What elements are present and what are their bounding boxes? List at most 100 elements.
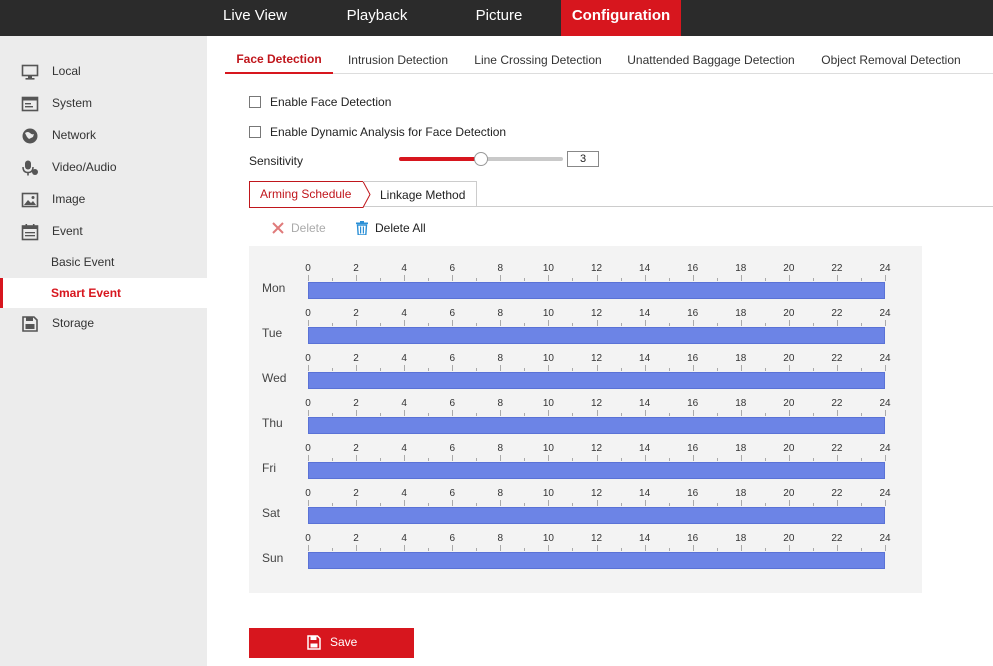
hour-tick-mark <box>524 278 526 281</box>
arming-schedule-grid: Mon 0 2 4 6 8 10 12 14 16 18 20 22 24 Tue 0 2 4 6 8 10 12 14 16… <box>249 246 922 593</box>
sidebar-item-label: Video/Audio <box>52 160 117 174</box>
hour-tick-mark <box>764 458 766 461</box>
tab-object-removal-detection[interactable]: Object Removal Detection <box>816 46 966 74</box>
hour-tick-mark <box>404 545 406 551</box>
hour-tick-mark <box>644 320 646 326</box>
hour-tick-label: 22 <box>831 533 843 544</box>
hour-tick-label: 8 <box>497 488 504 499</box>
save-button[interactable]: Save <box>249 628 414 658</box>
hour-tick-mark <box>524 458 526 461</box>
sidebar-item-smart-event[interactable]: Smart Event <box>0 278 207 308</box>
hour-tick-mark <box>812 278 814 281</box>
hour-tick-mark <box>548 275 550 281</box>
sidebar-item-video-audio[interactable]: Video/Audio <box>0 154 207 182</box>
hour-tick-mark <box>452 410 454 416</box>
hour-tick-mark <box>380 503 382 506</box>
tab-linkage-method[interactable]: Linkage Method <box>363 181 477 207</box>
hour-tick-label: 12 <box>590 488 603 499</box>
hour-tick-mark <box>788 500 790 506</box>
tab-line-crossing-detection[interactable]: Line Crossing Detection <box>469 46 607 74</box>
hour-tick-mark <box>716 323 718 326</box>
sidebar-item-local[interactable]: Local <box>0 58 207 86</box>
hour-tick-label: 12 <box>590 398 603 409</box>
tab-face-detection[interactable]: Face Detection <box>225 46 333 74</box>
delete-all-button[interactable]: Delete All <box>355 220 435 236</box>
save-disk-icon <box>307 635 321 650</box>
sidebar-item-event[interactable]: Event <box>0 218 207 246</box>
hour-tick-mark <box>812 503 814 506</box>
sidebar-item-system[interactable]: System <box>0 90 207 118</box>
hour-tick-mark <box>332 368 334 371</box>
hour-tick-mark <box>692 365 694 371</box>
hour-tick-mark <box>836 410 838 416</box>
enable-face-detection-checkbox[interactable] <box>249 96 261 108</box>
hour-tick-mark <box>644 410 646 416</box>
hour-tick-mark <box>885 275 886 281</box>
hour-tick-label: 18 <box>735 308 747 319</box>
hour-tick-mark <box>668 548 670 551</box>
hour-tick-mark <box>836 500 838 506</box>
hour-tick-label: 4 <box>401 533 407 544</box>
hour-tick-label: 6 <box>449 353 456 364</box>
slider-thumb[interactable] <box>474 152 488 166</box>
hour-tick-mark <box>428 458 430 461</box>
sidebar-item-label: Network <box>52 128 97 142</box>
hour-tick-mark <box>764 278 766 281</box>
sidebar-item-storage[interactable]: Storage <box>0 310 207 338</box>
hour-tick-mark <box>788 545 790 551</box>
hour-tick-mark <box>860 548 862 551</box>
hour-tick-mark <box>500 500 502 506</box>
hour-tick-mark <box>596 410 598 416</box>
schedule-bar-sun[interactable] <box>308 552 885 569</box>
topnav-playback[interactable]: Playback <box>327 0 427 36</box>
hour-tick-label: 8 <box>497 443 504 454</box>
hour-tick-mark <box>812 548 814 551</box>
hour-tick-mark <box>308 410 309 416</box>
hour-tick-label: 0 <box>305 533 311 544</box>
hour-tick-mark <box>308 545 309 551</box>
hour-tick-label: 8 <box>497 308 504 319</box>
hour-tick-mark <box>668 323 670 326</box>
hour-tick-label: 6 <box>449 308 456 319</box>
microphone-icon <box>22 160 38 176</box>
hour-tick-mark <box>596 320 598 326</box>
sidebar-item-basic-event[interactable]: Basic Event <box>0 249 207 277</box>
topnav-live-view[interactable]: Live View <box>205 0 305 36</box>
hour-tick-mark <box>620 278 622 281</box>
sidebar-item-image[interactable]: Image <box>0 186 207 214</box>
hour-tick-mark <box>572 323 574 326</box>
hour-tick-mark <box>356 365 358 371</box>
hour-tick-mark <box>356 275 358 281</box>
sensitivity-value-field[interactable]: 3 <box>567 151 599 167</box>
hour-tick-label: 6 <box>449 443 456 454</box>
tab-arming-schedule[interactable]: Arming Schedule <box>249 181 371 208</box>
topnav-configuration[interactable]: Configuration <box>561 0 681 36</box>
enable-dynamic-analysis-checkbox[interactable] <box>249 126 261 138</box>
enable-dynamic-analysis-option[interactable]: Enable Dynamic Analysis for Face Detecti… <box>249 124 549 140</box>
hour-tick-label: 14 <box>639 398 651 409</box>
sidebar: Local System Network Video/Audio Image E… <box>0 36 207 666</box>
sidebar-item-network[interactable]: Network <box>0 122 207 150</box>
schedule-row-sat: Sat 0 2 4 6 8 10 12 14 16 18 20 22 24 <box>249 471 922 524</box>
hour-tick-label: 22 <box>831 308 843 319</box>
network-globe-icon <box>22 128 38 144</box>
hour-tick-mark <box>692 275 694 281</box>
tab-unattended-baggage-detection[interactable]: Unattended Baggage Detection <box>622 46 800 74</box>
tab-label: Arming Schedule <box>260 187 352 201</box>
hour-tick-mark <box>620 458 622 461</box>
hour-tick-mark <box>428 413 430 416</box>
hour-tick-mark <box>788 455 790 461</box>
enable-face-detection-option[interactable]: Enable Face Detection <box>249 94 449 110</box>
hour-tick-mark <box>500 365 502 371</box>
hour-tick-mark <box>404 275 406 281</box>
tab-intrusion-detection[interactable]: Intrusion Detection <box>341 46 455 74</box>
hour-tick-label: 20 <box>783 488 795 499</box>
delete-button[interactable]: Delete <box>271 220 331 236</box>
hour-tick-label: 6 <box>449 398 456 409</box>
sensitivity-slider[interactable] <box>399 152 563 166</box>
hour-tick-label: 16 <box>687 308 699 319</box>
topnav-picture[interactable]: Picture <box>449 0 549 36</box>
hour-tick-label: 4 <box>401 353 407 364</box>
hour-tick-mark <box>380 368 382 371</box>
hour-tick-mark <box>716 413 718 416</box>
